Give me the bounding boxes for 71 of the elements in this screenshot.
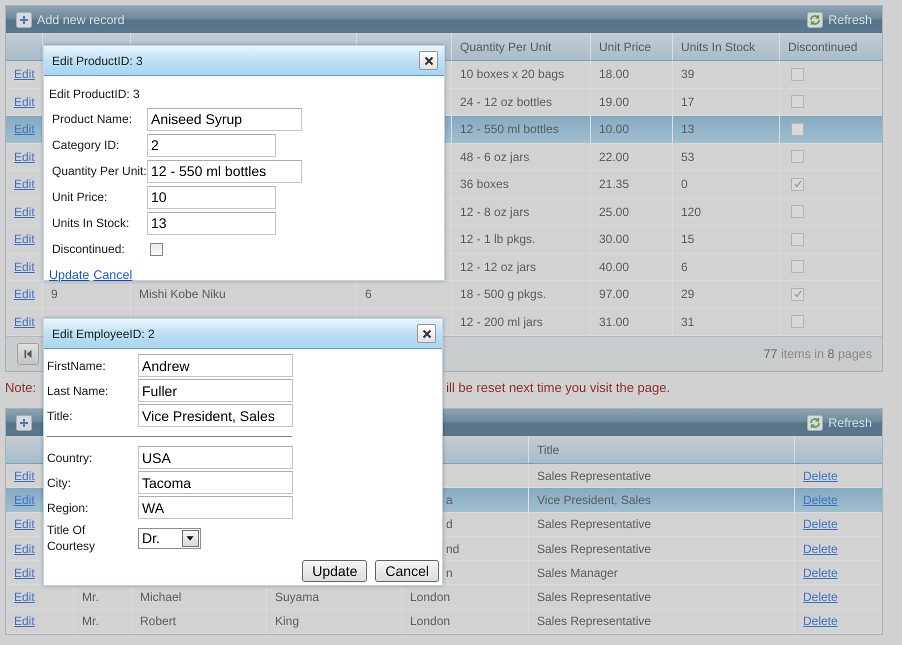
table-cell: 6 bbox=[681, 260, 688, 274]
table-cell: 31.00 bbox=[599, 314, 630, 329]
field-label: City: bbox=[47, 476, 72, 490]
table-cell: Sales Representative bbox=[537, 614, 652, 628]
table-cell: 22.00 bbox=[599, 150, 630, 164]
table-cell: 31 bbox=[681, 314, 694, 329]
table-cell: 53 bbox=[681, 150, 694, 164]
note-text: ill be reset next time you visit the page. bbox=[446, 380, 670, 394]
field-label: Country: bbox=[47, 450, 94, 464]
table-cell: Sales Representative bbox=[537, 468, 652, 483]
table-cell: 12 - 8 oz jars bbox=[460, 204, 530, 219]
table-cell: 10 boxes x 20 bags bbox=[460, 67, 564, 82]
table-cell: 12 - 1 lb pkgs. bbox=[460, 232, 536, 246]
table-cell: 30.00 bbox=[599, 232, 630, 246]
table-cell: Sales Representative bbox=[537, 542, 652, 556]
table-cell: Vice President, Sales bbox=[537, 492, 651, 507]
table-cell: Mishi Kobe Niku bbox=[139, 287, 226, 302]
table-cell: n bbox=[446, 566, 453, 580]
field-label: Units In Stock: bbox=[51, 216, 130, 230]
page-summary: 77 items in 8 pages bbox=[764, 347, 872, 361]
table-cell: 13 bbox=[681, 122, 694, 136]
table-cell: 0 bbox=[681, 177, 688, 192]
field-label: Unit Price: bbox=[51, 190, 108, 204]
field-label: Title: bbox=[47, 408, 74, 422]
field-label: FirstName: bbox=[47, 358, 107, 372]
field-label: Discontinued: bbox=[51, 242, 126, 256]
form-heading: Edit ProductID: 3 bbox=[49, 87, 140, 101]
table-cell: Michael bbox=[140, 590, 182, 604]
table-cell: 18.00 bbox=[599, 67, 630, 82]
table-cell: 29 bbox=[681, 287, 694, 302]
table-cell: Sales Manager bbox=[537, 566, 618, 580]
table-cell: Sales Representative bbox=[537, 590, 652, 604]
table-cell: 18 - 500 g pkgs. bbox=[460, 287, 546, 302]
table-cell: Robert bbox=[140, 614, 176, 628]
table-cell: 120 bbox=[681, 204, 702, 219]
table-cell: Sales Representative bbox=[537, 517, 652, 532]
table-cell: London bbox=[410, 590, 450, 604]
dialog-title: Edit EmployeeID: 2 bbox=[52, 326, 155, 340]
table-cell: d bbox=[446, 517, 453, 532]
table-cell: King bbox=[275, 614, 300, 628]
table-cell: Suyama bbox=[275, 590, 320, 604]
dialog-title: Edit ProductID: 3 bbox=[52, 54, 143, 68]
table-cell: Mr. bbox=[82, 614, 99, 628]
table-cell: 21.35 bbox=[599, 177, 630, 192]
table-cell: 39 bbox=[681, 67, 694, 82]
table-cell: London bbox=[410, 614, 450, 628]
table-cell: Mr. bbox=[82, 590, 99, 604]
field-label: Title Of Courtesy bbox=[47, 522, 96, 554]
table-cell: 19.00 bbox=[599, 94, 630, 109]
table-cell: 17 bbox=[681, 94, 694, 109]
table-cell: 15 bbox=[681, 232, 694, 246]
table-cell: 40.00 bbox=[599, 260, 630, 274]
table-cell: 36 boxes bbox=[460, 177, 509, 192]
field-label: Quantity Per Unit: bbox=[51, 164, 147, 178]
table-cell: 24 - 12 oz bottles bbox=[460, 94, 552, 109]
table-cell: 97.00 bbox=[599, 287, 630, 302]
table-cell: 12 - 550 ml bottles bbox=[460, 122, 559, 136]
table-cell: 12 - 200 ml jars bbox=[460, 314, 543, 329]
field-label: Region: bbox=[47, 500, 90, 514]
table-cell: 6 bbox=[365, 287, 372, 302]
field-label: Category ID: bbox=[51, 138, 120, 152]
table-cell: 48 - 6 oz jars bbox=[460, 150, 530, 164]
note-text: Note: bbox=[5, 380, 36, 394]
field-label: Product Name: bbox=[51, 112, 134, 126]
table-cell: 9 bbox=[51, 287, 58, 302]
field-label: Last Name: bbox=[47, 384, 110, 398]
table-cell: a bbox=[446, 492, 453, 507]
table-cell: nd bbox=[446, 542, 460, 556]
table-cell: 25.00 bbox=[599, 204, 630, 219]
table-cell: 12 - 12 oz jars bbox=[460, 260, 536, 274]
table-cell: 10.00 bbox=[599, 122, 630, 136]
